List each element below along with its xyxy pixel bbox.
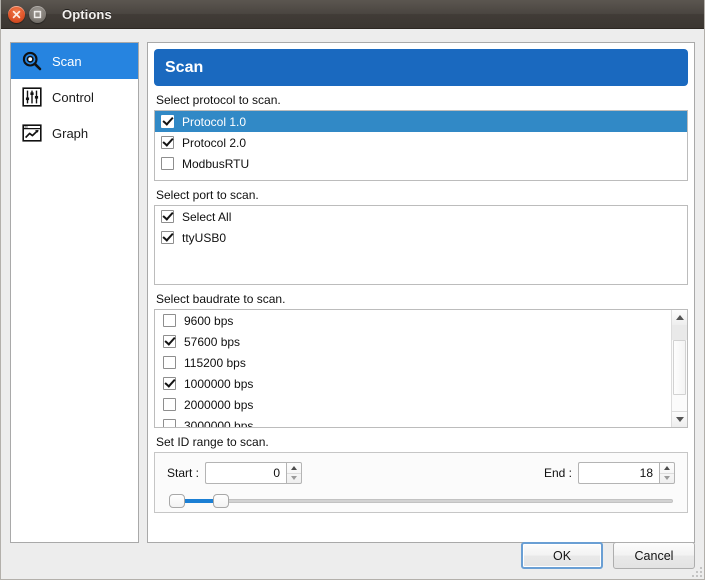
scrollbar-track[interactable] <box>672 325 687 340</box>
checkbox-icon[interactable] <box>163 377 176 390</box>
chevron-down-icon <box>291 476 297 480</box>
id-range-row: Start : <box>167 462 675 484</box>
sidebar-item-control[interactable]: Control <box>11 79 138 115</box>
list-item-label: 2000000 bps <box>184 398 253 412</box>
end-spinbox[interactable] <box>578 462 675 484</box>
range-handle-start[interactable] <box>169 494 185 508</box>
id-range-group: Start : <box>154 452 688 513</box>
list-item[interactable]: Protocol 2.0 <box>155 132 687 153</box>
end-spin-buttons[interactable] <box>659 462 675 484</box>
list-item[interactable]: ttyUSB0 <box>155 227 687 248</box>
chevron-down-icon <box>676 417 684 422</box>
list-item[interactable]: Select All <box>155 206 687 227</box>
checkbox-icon[interactable] <box>163 398 176 411</box>
checkbox-icon[interactable] <box>163 335 176 348</box>
range-handle-end[interactable] <box>213 494 229 508</box>
checkbox-icon[interactable] <box>163 314 176 327</box>
list-item-label: ttyUSB0 <box>182 231 226 245</box>
start-decrement-button[interactable] <box>287 474 301 484</box>
list-item[interactable]: 2000000 bps <box>155 394 687 415</box>
port-listbox[interactable]: Select All ttyUSB0 <box>154 205 688 285</box>
sidebar-item-label: Graph <box>52 127 88 140</box>
sidebar-item-graph[interactable]: Graph <box>11 115 138 151</box>
checkbox-icon[interactable] <box>161 210 174 223</box>
list-item-label: Protocol 2.0 <box>182 136 246 150</box>
chart-window-icon <box>21 122 43 144</box>
protocol-section-label: Select protocol to scan. <box>156 93 688 107</box>
checkbox-icon[interactable] <box>161 136 174 149</box>
panel-banner: Scan <box>154 49 688 86</box>
sidebar-item-label: Scan <box>52 55 82 68</box>
baudrate-section-label: Select baudrate to scan. <box>156 292 688 306</box>
chevron-up-icon <box>664 466 670 470</box>
scan-settings-panel: Scan Select protocol to scan. Protocol 1… <box>147 42 695 543</box>
titlebar: Options <box>1 0 704 29</box>
list-item[interactable]: ModbusRTU <box>155 153 687 174</box>
list-item[interactable]: Protocol 1.0 <box>155 111 687 132</box>
list-item-label: ModbusRTU <box>182 157 249 171</box>
checkbox-icon[interactable] <box>163 356 176 369</box>
end-input[interactable] <box>578 462 659 484</box>
list-item[interactable]: 57600 bps <box>155 331 687 352</box>
sliders-icon <box>21 86 43 108</box>
checkbox-icon[interactable] <box>163 419 176 428</box>
sidebar: Scan Control <box>10 42 139 543</box>
list-item-label: 3000000 bps <box>184 419 253 429</box>
start-input[interactable] <box>205 462 286 484</box>
scroll-down-button[interactable] <box>672 411 687 427</box>
start-field-group: Start : <box>167 462 302 484</box>
checkbox-icon[interactable] <box>161 115 174 128</box>
port-section-label: Select port to scan. <box>156 188 688 202</box>
options-window: Options Scan <box>0 0 705 580</box>
list-item[interactable]: 3000000 bps <box>155 415 687 428</box>
baudrate-listbox[interactable]: 9600 bps 57600 bps 115200 bps 1000000 bp… <box>154 309 688 428</box>
chevron-up-icon <box>291 466 297 470</box>
id-range-section-label: Set ID range to scan. <box>156 435 688 449</box>
window-title: Options <box>62 7 112 22</box>
list-item-label: 115200 bps <box>184 356 246 370</box>
list-item[interactable]: 1000000 bps <box>155 373 687 394</box>
scroll-up-button[interactable] <box>672 310 687 326</box>
close-button[interactable] <box>8 6 25 23</box>
id-range-slider[interactable] <box>167 493 675 509</box>
checkbox-icon[interactable] <box>161 231 174 244</box>
end-label: End : <box>544 466 572 480</box>
sidebar-item-label: Control <box>52 91 94 104</box>
protocol-listbox[interactable]: Protocol 1.0 Protocol 2.0 ModbusRTU <box>154 110 688 181</box>
start-spinbox[interactable] <box>205 462 302 484</box>
sidebar-item-scan[interactable]: Scan <box>11 43 138 79</box>
list-item-label: 1000000 bps <box>184 377 253 391</box>
start-increment-button[interactable] <box>287 463 301 474</box>
checkbox-icon[interactable] <box>161 157 174 170</box>
list-item-label: 9600 bps <box>184 314 233 328</box>
panel-title: Scan <box>165 59 203 77</box>
list-item-label: 57600 bps <box>184 335 240 349</box>
baudrate-scrollbar[interactable] <box>671 310 687 427</box>
window-content: Scan Control <box>1 29 704 579</box>
end-increment-button[interactable] <box>660 463 674 474</box>
ok-button[interactable]: OK <box>521 542 603 569</box>
magnifier-gear-icon <box>21 50 43 72</box>
cancel-button[interactable]: Cancel <box>613 542 695 569</box>
list-item[interactable]: 115200 bps <box>155 352 687 373</box>
scrollbar-thumb[interactable] <box>673 340 686 395</box>
resize-grip[interactable] <box>690 565 702 577</box>
chevron-up-icon <box>676 315 684 320</box>
chevron-down-icon <box>664 476 670 480</box>
list-item[interactable]: 9600 bps <box>155 310 687 331</box>
maximize-button[interactable] <box>29 6 46 23</box>
end-field-group: End : <box>544 462 675 484</box>
range-track[interactable] <box>175 499 673 503</box>
start-label: Start : <box>167 466 199 480</box>
dialog-buttons: OK Cancel <box>521 542 695 569</box>
list-item-label: Select All <box>182 210 231 224</box>
close-icon <box>12 10 21 19</box>
end-decrement-button[interactable] <box>660 474 674 484</box>
start-spin-buttons[interactable] <box>286 462 302 484</box>
list-item-label: Protocol 1.0 <box>182 115 246 129</box>
maximize-icon <box>33 10 42 19</box>
